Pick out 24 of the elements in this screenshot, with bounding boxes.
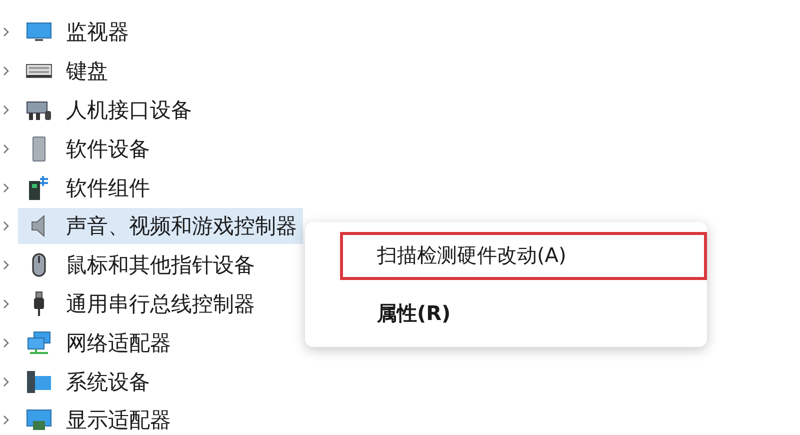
tree-item[interactable]: 人机接口设备 [18,92,198,128]
device-tower-icon [32,136,46,162]
mouse-icon [32,253,46,278]
menu-item[interactable]: 扫描检测硬件改动(A) [340,232,707,280]
tree-item[interactable]: 显示适配器 [18,402,177,435]
usb-plug-icon [33,290,45,317]
tree-item[interactable]: 声音、视频和游戏控制器 [18,208,303,244]
tree-item[interactable]: 网络适配器 [18,324,177,361]
display-adapter-icon [26,409,52,432]
tree-item[interactable]: 系统设备 [18,364,156,400]
tree-item[interactable]: 鼠标和其他指针设备 [18,247,261,284]
keyboard-mouse-icon [26,98,52,121]
speaker-icon [31,214,47,238]
keyboard-icon [26,64,52,78]
system-icon [26,370,52,394]
tree-item[interactable]: 软件设备 [18,130,156,167]
tree-item[interactable]: 软件组件 [18,170,156,206]
tree-item[interactable]: 通用串行总线控制器 [18,286,261,322]
menu-item[interactable]: 属性(R) [340,290,707,337]
tree-item[interactable]: 键盘 [18,53,114,90]
network-icon [26,330,52,355]
tree-item[interactable]: 监视器 [18,14,135,50]
component-icon [28,174,50,201]
monitor-icon [26,21,52,44]
